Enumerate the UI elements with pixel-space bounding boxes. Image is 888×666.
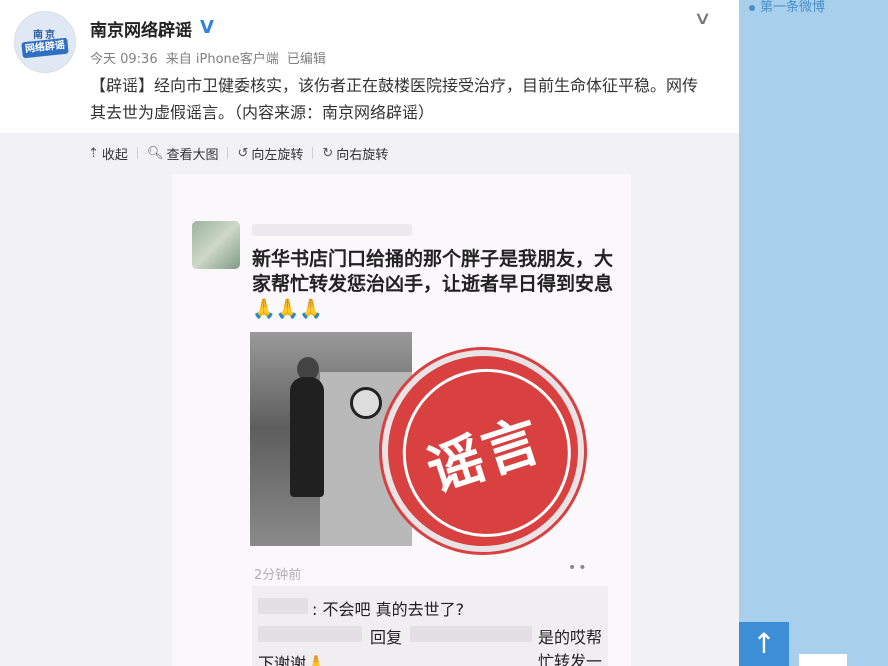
toolbar-divider	[312, 147, 314, 159]
search-icon: 🔍︎	[146, 145, 164, 161]
comment-2-prefix: 回复	[370, 628, 403, 647]
photo-person	[290, 377, 324, 497]
toolbar-divider	[227, 147, 229, 159]
image-toolbar: ⇡ 收起 🔍︎ 查看大图 ↺ 向左旋转 ↻ 向右旋转	[88, 143, 388, 163]
blurred-name	[410, 626, 532, 642]
no-smoking-sign	[350, 387, 382, 419]
rotate-right-label: 向右旋转	[336, 147, 389, 163]
screenshot-name-blurred	[252, 224, 412, 236]
post-source: 来自 iPhone客户端	[165, 52, 279, 67]
rotate-left-label: 向左旋转	[251, 147, 304, 163]
back-to-top-button[interactable]: ↑	[739, 622, 789, 666]
view-large-label: 查看大图	[166, 147, 219, 163]
rotate-right-button[interactable]: ↻ 向右旋转	[322, 144, 388, 163]
view-large-button[interactable]: 🔍︎ 查看大图	[147, 144, 219, 163]
more-icon: ••	[568, 560, 589, 576]
edited-label[interactable]: 已编辑	[287, 52, 326, 67]
rotate-left-button[interactable]: ↺ 向左旋转	[237, 144, 303, 163]
sidebar-panel-edge	[799, 654, 847, 666]
rotate-right-icon: ↻	[322, 145, 334, 161]
screenshot-comments: : 不会吧 真的去世了? 回复 是的哎帮忙转发一 下谢谢🙏	[252, 586, 608, 666]
avatar[interactable]: 南京 网络辟谣	[14, 11, 76, 73]
pray-emoji: 🙏🙏🙏	[252, 298, 323, 320]
post-meta: 今天 09:36 来自 iPhone客户端 已编辑	[90, 48, 330, 67]
screenshot-text: 新华书店门口给捅的那个胖子是我朋友，大家帮忙转发惩治凶手，让逝者早日得到安息 🙏🙏…	[252, 247, 622, 322]
feed-card: 南京 网络辟谣 南京网络辟谣 V ∨ 今天 09:36 来自 iPhone客户端…	[0, 0, 739, 666]
blurred-name	[258, 626, 362, 642]
screenshot-avatar	[192, 221, 240, 269]
collapse-label: 收起	[101, 147, 128, 163]
blurred-name	[258, 598, 308, 614]
post-text: 【辟谣】经向市卫健委核实，该伤者正在鼓楼医院接受治疗，目前生命体征平稳。网传其去…	[90, 76, 699, 122]
avatar-logo-bottom: 网络辟谣	[21, 37, 69, 59]
post-time[interactable]: 今天 09:36	[90, 52, 158, 67]
bullet-icon	[749, 4, 755, 11]
collapse-icon: ⇡	[88, 145, 99, 161]
verified-icon: V	[200, 17, 214, 38]
first-post-link[interactable]: 第一条微博	[749, 0, 825, 15]
comment-3: 下谢谢🙏	[258, 654, 326, 666]
arrow-up-icon: ↑	[752, 627, 776, 660]
screenshot-message: 新华书店门口给捅的那个胖子是我朋友，大家帮忙转发惩治凶手，让逝者早日得到安息	[252, 248, 614, 295]
collapse-button[interactable]: ⇡ 收起	[88, 144, 128, 163]
chevron-down-icon[interactable]: ∨	[693, 8, 711, 29]
comment-1: : 不会吧 真的去世了?	[312, 600, 465, 619]
post-image[interactable]: 新华书店门口给捅的那个胖子是我朋友，大家帮忙转发惩治凶手，让逝者早日得到安息 🙏🙏…	[172, 174, 631, 666]
first-post-label: 第一条微博	[760, 0, 826, 15]
right-sidebar: 第一条微博 ↑	[739, 0, 888, 666]
comment-2-suffix: 是的哎帮忙转发一	[538, 628, 603, 666]
toolbar-divider	[136, 147, 138, 159]
account-name[interactable]: 南京网络辟谣	[90, 16, 192, 41]
screenshot-time: 2分钟前	[254, 568, 302, 583]
rotate-left-icon: ↺	[237, 145, 249, 161]
